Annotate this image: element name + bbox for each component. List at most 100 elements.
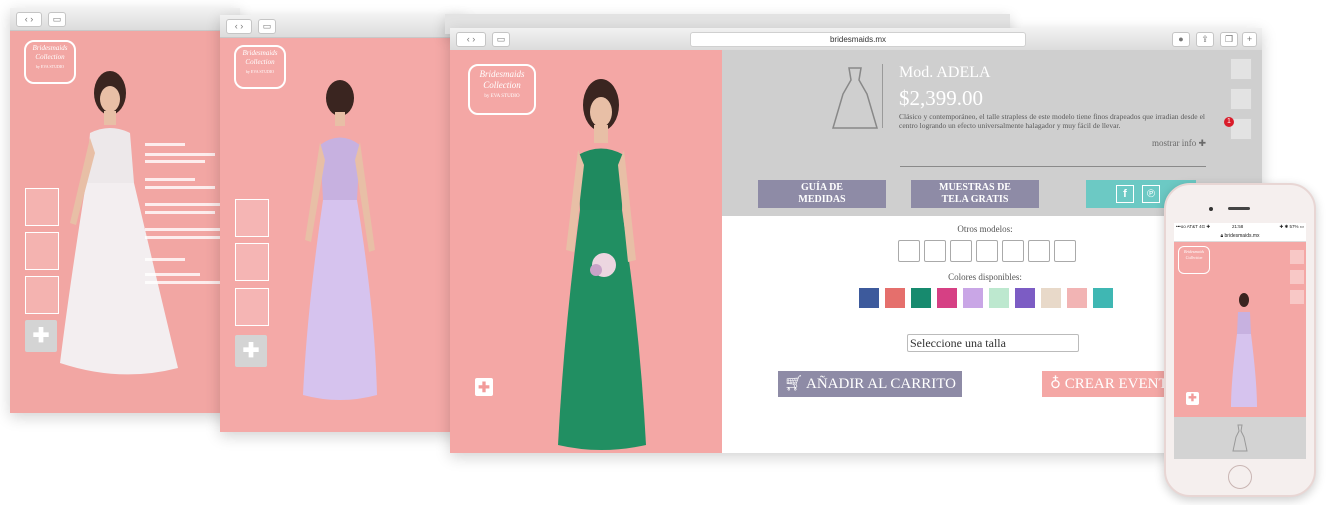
dress-style-icon[interactable]: [976, 240, 998, 262]
phone-address-bar[interactable]: 🔒︎ bridesmaids.mx: [1174, 231, 1306, 242]
new-tab-icon[interactable]: +: [1242, 32, 1257, 47]
free-samples-label-line1: MUESTRAS DE: [939, 182, 1011, 193]
create-event-button[interactable]: ♁ CREAR EVENT: [1042, 371, 1182, 397]
share-icon[interactable]: ⇪: [1196, 32, 1214, 47]
sidebar-toggle-icon[interactable]: ▭: [492, 32, 510, 47]
text-block: [145, 236, 225, 239]
size-guide-label-line2: MEDIDAS: [798, 194, 846, 205]
color-swatch[interactable]: [1093, 288, 1113, 308]
color-swatch[interactable]: [885, 288, 905, 308]
battery-text: ✚ ✱ 57% ▭: [1279, 224, 1304, 229]
text-block: [145, 258, 185, 261]
thumbnail-3[interactable]: [235, 288, 269, 326]
back-forward-buttons[interactable]: ‹ ›: [16, 12, 42, 27]
add-to-cart-label: AÑADIR AL CARRITO: [805, 376, 956, 392]
menu-icon[interactable]: [1230, 58, 1252, 80]
plus-icon[interactable]: ✚: [25, 320, 57, 352]
color-swatch[interactable]: [859, 288, 879, 308]
free-samples-button[interactable]: MUESTRAS DE TELA GRATIS: [911, 180, 1039, 208]
color-swatch[interactable]: [911, 288, 931, 308]
sidebar-toggle-icon[interactable]: ▭: [48, 12, 66, 27]
user-icon[interactable]: [1290, 270, 1304, 284]
dress-style-icon[interactable]: [1054, 240, 1076, 262]
lock-icon: 🔒︎: [1220, 233, 1224, 239]
browser-window-white-dress: ‹ › ▭ bridesmaids.mx Bridesmaids Collect…: [10, 8, 240, 413]
size-guide-button[interactable]: GUÍA DE MEDIDAS: [758, 180, 886, 208]
logo-line-1: Bridesmaids: [479, 69, 525, 79]
tabs-icon[interactable]: ❐: [1220, 32, 1238, 47]
address-bar[interactable]: bridesmaids.mx: [690, 32, 1026, 47]
back-forward-buttons[interactable]: ‹ ›: [226, 19, 252, 34]
text-block: [145, 228, 220, 231]
sidebar-toggle-icon[interactable]: ▭: [258, 19, 276, 34]
thumbnail-3[interactable]: [25, 276, 59, 314]
time-text: 21:58: [1232, 224, 1244, 229]
thumbnail-2[interactable]: [235, 243, 269, 281]
phone-screen: •••oo AT&T 4G ✚ 21:58 ✚ ✱ 57% ▭ 🔒︎ bride…: [1174, 223, 1306, 459]
model-green-dress: [558, 79, 646, 450]
more-info-link[interactable]: mostrar info ✚: [1152, 138, 1206, 149]
dress-style-icon[interactable]: [1002, 240, 1024, 262]
smartphone-mockup: •••oo AT&T 4G ✚ 21:58 ✚ ✱ 57% ▭ 🔒︎ bride…: [1164, 183, 1316, 497]
plus-icon[interactable]: ✚: [475, 378, 493, 396]
logo-line-2: Collection: [35, 53, 65, 61]
dress-style-icon[interactable]: [898, 240, 920, 262]
text-block: [145, 186, 215, 189]
model-lilac-dress-back: [303, 80, 377, 400]
color-swatch[interactable]: [1067, 288, 1087, 308]
product-photo-panel: Bridesmaids Collection by EVA STUDIO ✚: [450, 50, 722, 453]
browser-window-main: ‹ › ▭ bridesmaids.mx ● ⇪ ❐ + Bridesmaids…: [450, 28, 1262, 453]
logo-line-2: Collection: [245, 58, 275, 66]
text-block: [145, 281, 220, 284]
plus-icon[interactable]: ✚: [235, 335, 267, 367]
color-swatch[interactable]: [989, 288, 1009, 308]
plus-icon[interactable]: ✚: [1186, 392, 1199, 405]
event-icon: ♁: [1050, 376, 1061, 392]
brand-logo[interactable]: Bridesmaids Collection by EVA STUDIO: [468, 64, 536, 115]
product-description: Clásico y contemporáneo, el talle strapl…: [899, 112, 1205, 130]
color-swatch[interactable]: [1015, 288, 1035, 308]
thumbnail-2[interactable]: [25, 232, 59, 270]
phone-url: bridesmaids.mx: [1224, 233, 1260, 239]
facebook-icon[interactable]: f: [1116, 185, 1134, 203]
phone-gray-section: [1174, 417, 1306, 459]
color-swatch[interactable]: [1041, 288, 1061, 308]
dress-style-icon[interactable]: [1028, 240, 1050, 262]
pinterest-icon[interactable]: ℗: [1142, 185, 1160, 203]
logo-line-1: Bridesmaids: [242, 49, 278, 57]
browser-toolbar: ‹ › ▭ bridesmaids.mx ● ⇪ ❐ +: [450, 28, 1262, 51]
text-block: [145, 203, 225, 206]
cart-icon: 🛒︎: [784, 376, 804, 392]
phone-pink-page: Bridesmaids Collection ✚: [1174, 242, 1306, 417]
phone-camera: [1209, 207, 1213, 211]
dress-style-icon[interactable]: [950, 240, 972, 262]
thumbnail-1[interactable]: [25, 188, 59, 226]
color-swatches-row: [859, 288, 1129, 310]
home-button[interactable]: [1228, 465, 1252, 489]
dress-outline-icon: [832, 67, 878, 129]
free-samples-label-line2: TELA GRATIS: [941, 194, 1009, 205]
phone-status-bar: •••oo AT&T 4G ✚ 21:58 ✚ ✱ 57% ▭: [1174, 223, 1306, 231]
info-icon[interactable]: ●: [1172, 32, 1190, 47]
size-select[interactable]: Seleccione una talla: [907, 334, 1079, 352]
back-forward-buttons[interactable]: ‹ ›: [456, 32, 486, 47]
thumbnail-1[interactable]: [235, 199, 269, 237]
logo-line-3: by EVA STUDIO: [245, 69, 275, 74]
dress-style-icon[interactable]: [924, 240, 946, 262]
color-swatch[interactable]: [937, 288, 957, 308]
logo-line-1: Bridesmaids: [32, 44, 68, 52]
user-icon[interactable]: [1230, 88, 1252, 110]
add-to-cart-button[interactable]: 🛒︎ AÑADIR AL CARRITO: [778, 371, 962, 397]
menu-icon[interactable]: [1290, 250, 1304, 264]
browser-toolbar: ‹ › ▭ bridesmaids.mx: [10, 8, 240, 31]
color-swatch[interactable]: [963, 288, 983, 308]
create-event-label: CREAR EVENT: [1064, 376, 1168, 392]
brand-logo[interactable]: Bridesmaids Collection: [1178, 246, 1210, 274]
brand-logo[interactable]: Bridesmaids Collection by EVA STUDIO: [234, 45, 286, 89]
logo-line-2: Collection: [1185, 255, 1203, 260]
other-models-row: [898, 240, 1088, 264]
size-guide-label-line1: GUÍA DE: [801, 182, 843, 193]
logo-line-2: Collection: [483, 80, 521, 90]
cart-icon[interactable]: [1290, 290, 1304, 304]
text-block: [145, 153, 215, 156]
